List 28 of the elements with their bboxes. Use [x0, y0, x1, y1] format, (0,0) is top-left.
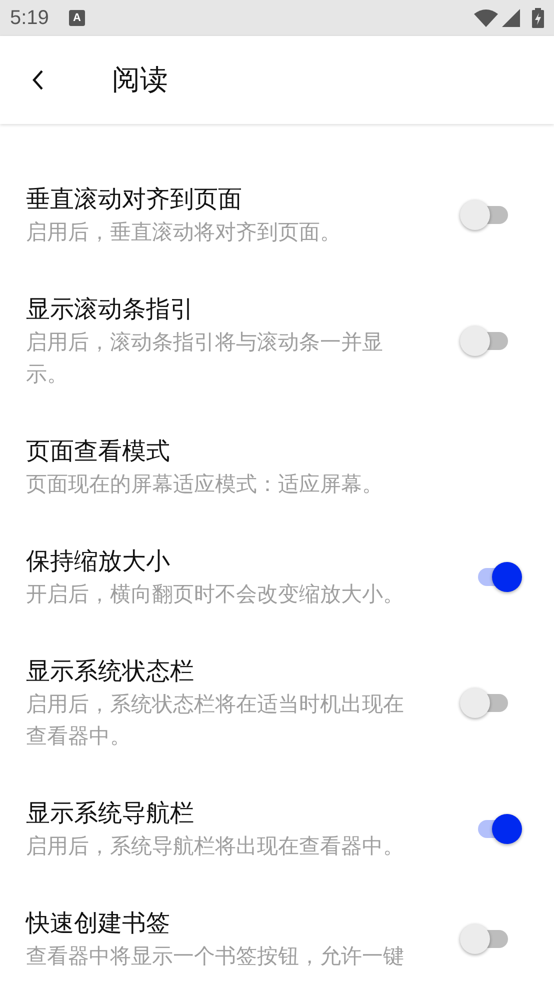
setting-description: 查看器中将显示一个书签按钮，允许一键: [26, 943, 405, 970]
setting-row[interactable]: 页面查看模式 页面现在的屏幕适应模式：适应屏幕。: [0, 412, 554, 522]
setting-row[interactable]: 显示滚动条指引 启用后，滚动条指引将与滚动条一并显示。: [0, 270, 554, 412]
setting-row[interactable]: 保持缩放大小 开启后，横向翻页时不会改变缩放大小。: [0, 522, 554, 632]
status-time: 5:19: [10, 6, 49, 31]
page-title: 阅读: [112, 62, 168, 98]
setting-description: 开启后，横向翻页时不会改变缩放大小。: [26, 581, 405, 608]
setting-title: 显示系统状态栏: [26, 656, 195, 687]
setting-row[interactable]: 显示系统状态栏 启用后，系统状态栏将在适当时机出现在查看器中。: [0, 632, 554, 774]
setting-title: 显示滚动条指引: [26, 294, 195, 325]
setting-description: 启用后，滚动条指引将与滚动条一并显示。: [26, 329, 384, 388]
setting-title: 垂直滚动对齐到页面: [26, 184, 243, 215]
setting-title: 显示系统导航栏: [26, 798, 195, 829]
setting-row[interactable]: 显示系统导航栏 启用后，系统导航栏将出现在查看器中。: [0, 774, 554, 884]
signal-icon: [502, 9, 520, 27]
setting-title: 页面查看模式: [26, 436, 171, 467]
setting-description: 启用后，垂直滚动将对齐到页面。: [26, 219, 342, 246]
setting-title: 保持缩放大小: [26, 546, 171, 577]
back-icon: [31, 69, 45, 91]
setting-title: 快速创建书签: [26, 908, 171, 939]
wifi-icon: [474, 9, 498, 27]
setting-description: 页面现在的屏幕适应模式：适应屏幕。: [26, 471, 384, 498]
setting-description: 启用后，系统状态栏将在适当时机出现在查看器中。: [26, 691, 405, 750]
setting-row[interactable]: 垂直滚动对齐到页面 启用后，垂直滚动将对齐到页面。: [0, 160, 554, 270]
battery-icon: [532, 8, 544, 28]
setting-description: 启用后，系统导航栏将出现在查看器中。: [26, 833, 405, 860]
setting-row[interactable]: 快速创建书签 查看器中将显示一个书签按钮，允许一键: [0, 884, 554, 984]
notification-icon: A: [68, 10, 85, 26]
